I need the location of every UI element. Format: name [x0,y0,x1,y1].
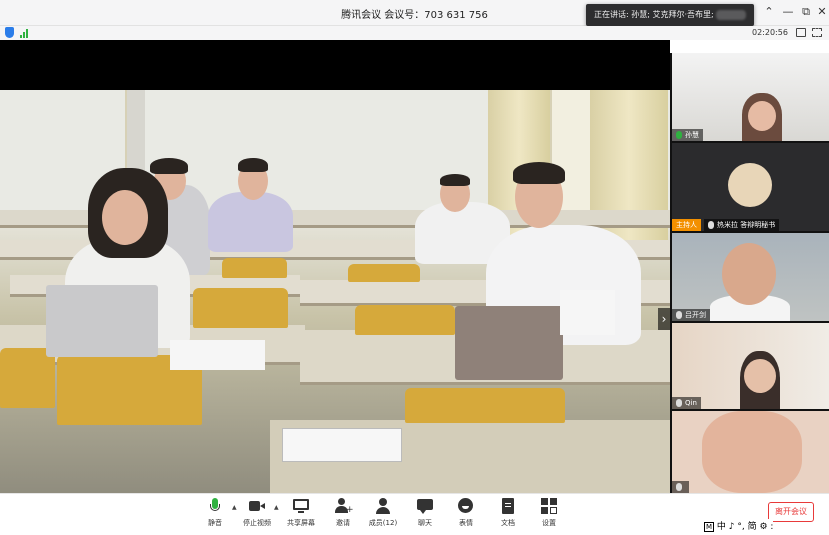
members-label: 成员(12) [368,519,398,527]
laptop [455,306,563,380]
mic-muted-icon [676,483,682,491]
emoji-label: 表情 [459,519,473,527]
chevron-right-icon[interactable]: › [658,308,670,330]
attendee-head [102,190,148,245]
chair [0,348,55,408]
leave-meeting-button[interactable]: 离开会议 [768,502,814,522]
chair [405,388,565,423]
mute-label: 静音 [208,519,222,527]
chair [355,305,455,335]
participant-name-bar [672,481,689,493]
chair [222,258,287,278]
minimize-button[interactable]: — [778,3,798,21]
meeting-timer: 02:20:56 [752,28,788,37]
fullscreen-icon[interactable] [812,28,822,37]
share-screen-icon [293,498,309,514]
ime-mode[interactable]: M [704,522,715,532]
attendee [208,192,293,252]
chat-icon [417,498,433,514]
redacted-name [716,9,747,20]
video-options-caret[interactable]: ▲ [274,504,279,511]
mic-active-icon [676,131,682,139]
stop-video-label: 停止视频 [243,519,271,527]
participant-name-bar: Qin [672,397,701,409]
settings-button[interactable]: 设置 [529,498,569,532]
stop-video-button[interactable]: 停止视频 [237,498,277,532]
participant-name-bar: 吕开剑 [672,309,710,321]
participant-face [722,243,776,305]
microphone-icon [207,498,223,514]
add-user-icon: + [335,498,354,515]
settings-label: 设置 [542,519,556,527]
participant-avatar [728,163,772,207]
participant-name: 孙慧 [685,131,699,139]
emoji-button[interactable]: 表情 [446,498,486,532]
document-icon [500,498,516,514]
mute-options-caret[interactable]: ▲ [232,504,237,511]
attendee-hair [238,158,268,172]
participant-name: 吕开剑 [685,311,706,319]
paper [560,290,615,335]
paper [170,340,265,370]
chair [193,288,288,328]
mute-button[interactable]: 静音 [195,498,235,532]
invite-button[interactable]: + 邀请 [323,498,363,532]
mic-muted-icon [676,399,682,407]
participant-name-bar: 孙慧 [672,129,703,141]
chair [348,264,420,282]
participant-tile[interactable]: 孙慧 [672,53,829,141]
participant-tile[interactable]: Qin [672,323,829,409]
participant-name-bar: 热米拉 答辩明秘书 [704,219,780,231]
speaking-label: 正在讲话: [594,10,632,19]
ime-toolbar[interactable]: M 中 ♪ °, 简 ⚙ : [704,519,774,532]
attendee-hair [150,158,188,174]
mic-muted-icon [708,221,714,229]
host-badge: 主持人 [672,219,701,231]
invite-label: 邀请 [336,519,350,527]
pin-icon[interactable]: ⌃ [759,3,779,21]
participant-face [702,411,802,493]
main-stage: › [0,40,670,502]
chat-label: 聊天 [418,519,432,527]
settings-grid-icon [541,498,557,514]
chat-button[interactable]: 聊天 [405,498,445,532]
attendee-hair [440,174,470,186]
participant-name: Qin [685,399,697,407]
meeting-info-bar: 02:20:56 [0,26,829,40]
main-video-feed [0,90,670,502]
share-screen-label: 共享屏幕 [287,519,315,527]
speaking-indicator: 正在讲话: 孙慧; 艾克拜尔·吾布里; [586,4,754,26]
participant-tile[interactable] [672,411,829,493]
documents-button[interactable]: 文档 [488,498,528,532]
participant-tile[interactable]: 主持人 热米拉 答辩明秘书 [672,143,829,231]
laptop [46,285,158,357]
share-screen-button[interactable]: 共享屏幕 [281,498,321,532]
members-button[interactable]: 成员(12) [363,498,403,532]
title-bar: 腾讯会议 会议号：703 631 756 正在讲话: 孙慧; 艾克拜尔·吾布里;… [0,0,829,26]
power-strip [282,428,402,462]
ime-status[interactable]: 中 ♪ °, 简 ⚙ : [717,522,774,532]
members-icon [375,498,391,514]
mic-muted-icon [676,311,682,319]
participant-tile[interactable]: 吕开剑 [672,233,829,321]
participant-face [748,101,776,131]
speaking-names: 孙慧; 艾克拜尔·吾布里; [631,10,714,19]
participant-panel: 孙慧 主持人 热米拉 答辩明秘书 吕开剑 Qin [670,53,829,493]
documents-label: 文档 [501,519,515,527]
attendee-hair [513,162,565,184]
shield-icon[interactable] [5,27,14,38]
close-button[interactable]: ✕ [812,3,829,21]
emoji-icon [458,498,474,514]
signal-icon[interactable] [20,28,32,38]
layout-icon[interactable] [796,28,806,37]
video-camera-icon [249,498,265,514]
participant-face [744,359,776,393]
participant-name: 热米拉 答辩明秘书 [717,221,776,229]
meeting-toolbar: 静音 ▲ 停止视频 ▲ 共享屏幕 + 邀请 成员(12) 聊天 表情 文档 设置… [0,493,829,535]
